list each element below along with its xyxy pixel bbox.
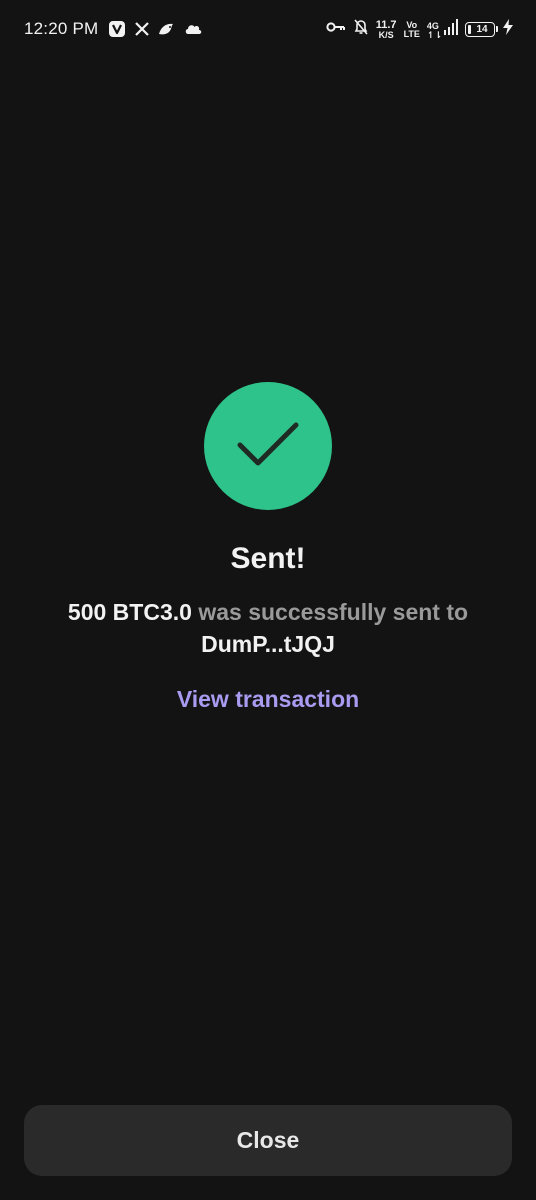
success-message: 500 BTC3.0 was successfully sent to DumP… xyxy=(60,596,476,660)
charging-bolt-icon xyxy=(502,19,514,40)
send-success-screen: 12:20 PM 11.7 K/S Vo LTE 4G ↿⇂ 14 Sent! … xyxy=(0,0,536,1200)
battery-level: 14 xyxy=(476,24,488,35)
vpn-v-icon xyxy=(108,20,126,43)
battery-indicator: 14 xyxy=(465,22,498,37)
checkmark-icon xyxy=(236,419,300,474)
view-transaction-link[interactable]: View transaction xyxy=(0,686,536,713)
close-button[interactable]: Close xyxy=(24,1105,512,1176)
signal-bars-icon xyxy=(444,19,458,40)
volte-bottom: LTE xyxy=(403,28,420,39)
status-bar: 12:20 PM 11.7 K/S Vo LTE 4G ↿⇂ 14 xyxy=(0,0,536,60)
success-title: Sent! xyxy=(230,542,306,575)
message-text: was successfully sent to xyxy=(191,599,469,625)
cellular-signal: 4G ↿⇂ xyxy=(427,19,458,40)
success-check-badge xyxy=(204,382,332,510)
notification-icons xyxy=(108,20,202,43)
network-type: 4G ↿⇂ xyxy=(427,22,442,40)
key-icon xyxy=(326,20,346,39)
bird-icon xyxy=(158,21,176,42)
network-speed-value: 11.7 xyxy=(375,18,397,31)
bell-off-icon xyxy=(353,18,369,41)
recipient-address: DumP...tJQJ xyxy=(201,631,335,657)
status-time: 12:20 PM xyxy=(24,19,99,38)
volte-indicator: Vo LTE xyxy=(403,20,420,39)
x-icon xyxy=(134,21,150,42)
sent-amount: 500 BTC3.0 xyxy=(67,599,192,625)
network-speed-unit: K/S xyxy=(378,29,394,40)
cloud-icon xyxy=(184,22,202,41)
system-status-icons: 11.7 K/S Vo LTE 4G ↿⇂ 14 xyxy=(326,18,514,41)
data-arrows-icon: ↿⇂ xyxy=(426,30,442,40)
network-speed: 11.7 K/S xyxy=(375,18,397,40)
